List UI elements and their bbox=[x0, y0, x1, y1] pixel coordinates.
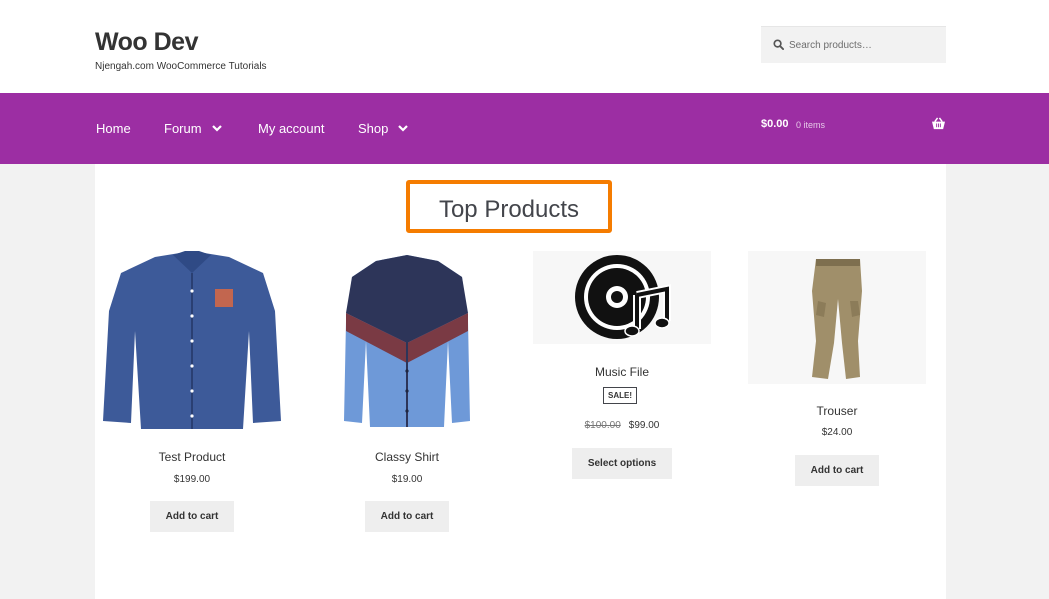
product-name[interactable]: Trouser bbox=[748, 404, 926, 418]
product-price: $199.00 bbox=[173, 474, 211, 485]
chevron-down-icon[interactable] bbox=[398, 125, 409, 132]
nav-item-shop[interactable]: Shop bbox=[358, 121, 409, 136]
product-name[interactable]: Classy Shirt bbox=[318, 450, 496, 464]
site-tagline: Njengah.com WooCommerce Tutorials bbox=[95, 61, 267, 72]
nav-item-home[interactable]: Home bbox=[96, 121, 131, 136]
nav-item-label: My account bbox=[258, 121, 325, 136]
add-to-cart-button[interactable]: Add to cart bbox=[365, 501, 449, 532]
nav-item-forum[interactable]: Forum bbox=[164, 121, 222, 136]
section-title-highlight: Top Products bbox=[406, 180, 612, 233]
nav-item-label: Home bbox=[96, 121, 131, 136]
product-name[interactable]: Test Product bbox=[103, 450, 281, 464]
cart-item-count[interactable]: 0 items bbox=[796, 120, 825, 130]
add-to-cart-button[interactable]: Add to cart bbox=[150, 501, 234, 532]
product-name[interactable]: Music File bbox=[533, 365, 711, 379]
chevron-down-icon[interactable] bbox=[211, 125, 222, 132]
product-image-trouser[interactable] bbox=[748, 251, 926, 384]
product-price: $19.00 bbox=[391, 474, 423, 485]
sale-badge: SALE! bbox=[603, 387, 637, 404]
product-price: $24.00 bbox=[821, 427, 853, 438]
product-search[interactable] bbox=[761, 26, 946, 63]
cart-total[interactable]: $0.00 bbox=[761, 118, 789, 130]
add-to-cart-button[interactable]: Add to cart bbox=[795, 455, 879, 486]
search-input[interactable] bbox=[789, 36, 939, 54]
sale-price: $99.00 bbox=[628, 420, 660, 431]
site-header: Woo Dev Njengah.com WooCommerce Tutorial… bbox=[0, 0, 1049, 93]
primary-navigation: Home Forum My account Shop $0.00 0 items bbox=[0, 93, 1049, 164]
product-image-music-file[interactable] bbox=[533, 251, 711, 344]
product-image-classy-shirt[interactable] bbox=[318, 251, 496, 430]
product-card-test-product: Test Product $199.00 Add to cart bbox=[103, 251, 281, 536]
nav-item-my-account[interactable]: My account bbox=[258, 121, 324, 136]
product-image-test-product[interactable] bbox=[103, 251, 281, 430]
nav-item-label: Forum bbox=[164, 121, 202, 136]
search-icon bbox=[773, 39, 784, 50]
nav-item-label: Shop bbox=[358, 121, 389, 136]
site-title[interactable]: Woo Dev bbox=[95, 28, 199, 57]
product-card-music-file: Music File SALE! $100.00 $99.00 Select op… bbox=[533, 251, 711, 501]
regular-price: $100.00 bbox=[584, 420, 621, 431]
product-card-trouser: Trouser $24.00 Add to cart bbox=[748, 251, 926, 501]
product-price: $100.00 $99.00 bbox=[533, 420, 711, 431]
main-content: Top Products Test Product $199.00 Add to… bbox=[95, 164, 946, 599]
select-options-button[interactable]: Select options bbox=[572, 448, 672, 479]
section-title: Top Products bbox=[438, 196, 580, 223]
basket-icon[interactable] bbox=[931, 117, 946, 130]
product-card-classy-shirt: Classy Shirt $19.00 Add to cart bbox=[318, 251, 496, 536]
